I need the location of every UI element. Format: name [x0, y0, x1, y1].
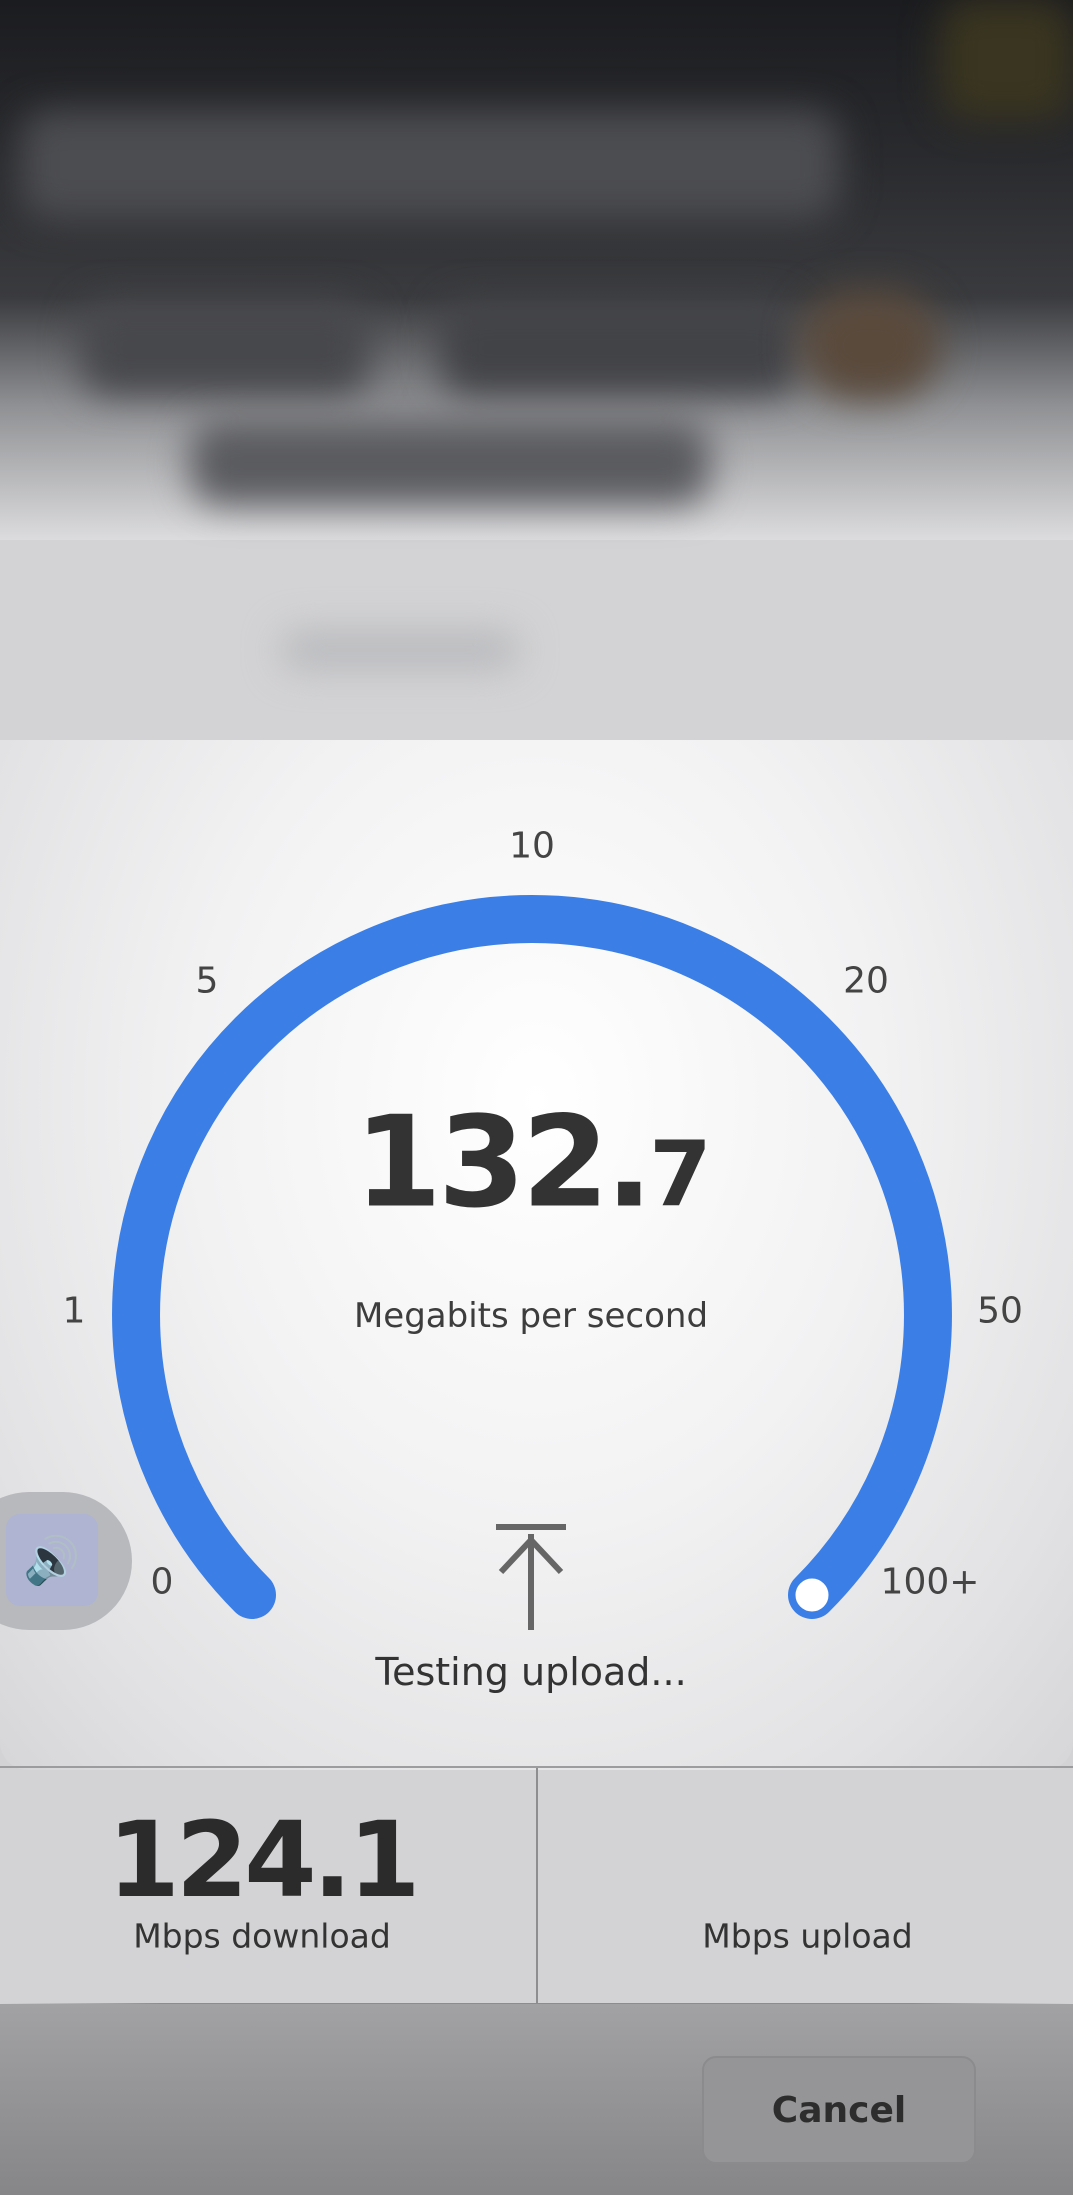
upload-arrow-icon — [496, 1524, 566, 1630]
upload-label: Mbps upload — [702, 1916, 913, 1956]
gauge-tick-10: 10 — [509, 825, 555, 867]
current-speed-integer: 132. — [354, 1088, 653, 1236]
gauge-tick-100: 100+ — [880, 1561, 980, 1603]
gauge-tick-1: 1 — [62, 1290, 86, 1332]
download-result: 124.1 Mbps download — [0, 1768, 538, 2004]
current-speed: 132.7 — [354, 1088, 712, 1236]
upload-result: Mbps upload — [538, 1768, 1073, 2004]
results-panel: 124.1 Mbps download Mbps upload — [0, 1768, 1073, 2004]
gauge-tick-20: 20 — [843, 960, 889, 1002]
gauge-tick-0: 0 — [150, 1561, 174, 1603]
speaker-icon: 🔊 — [6, 1514, 98, 1606]
gauge-tick-5: 5 — [195, 960, 219, 1002]
gauge-end-marker — [790, 1573, 834, 1617]
test-status-text: Testing upload... — [375, 1650, 687, 1694]
gauge-tick-50: 50 — [977, 1290, 1023, 1332]
download-label: Mbps download — [133, 1916, 391, 1956]
sound-toggle-button[interactable]: 🔊 — [0, 1492, 132, 1630]
current-speed-decimal: 7 — [649, 1122, 712, 1228]
cancel-button[interactable]: Cancel — [702, 2056, 976, 2164]
gauge-arc — [112, 895, 952, 1619]
speed-unit-label: Megabits per second — [353, 1296, 709, 1336]
download-value: 124.1 — [107, 1799, 421, 1921]
